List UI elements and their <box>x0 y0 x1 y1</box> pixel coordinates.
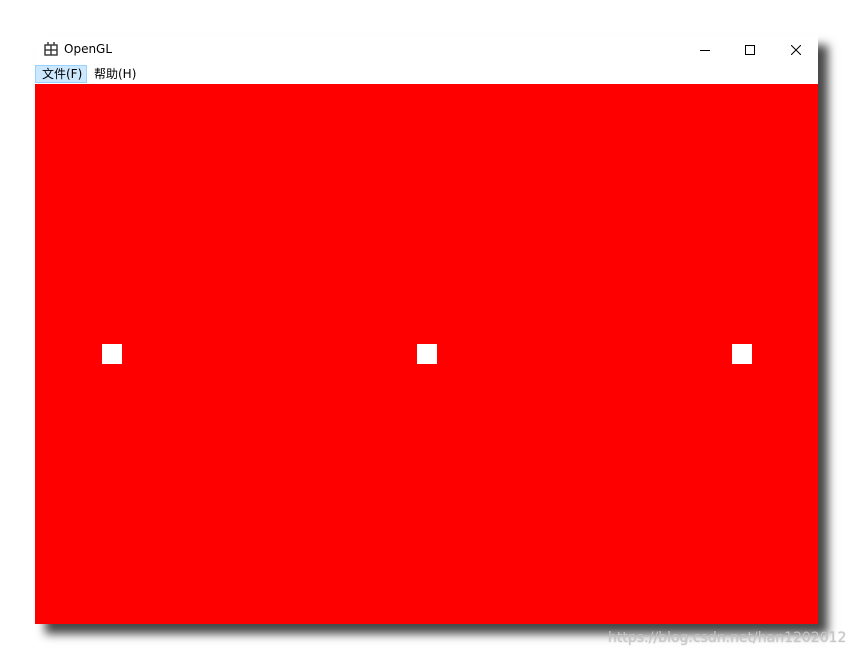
minimize-button[interactable] <box>682 35 728 64</box>
close-button[interactable] <box>773 35 819 64</box>
title-bar[interactable]: OpenGL <box>35 35 818 64</box>
app-window-icon <box>44 42 58 56</box>
close-icon <box>791 44 801 55</box>
rendered-point <box>417 344 437 364</box>
menu-bar: 文件(F) 帮助(H) <box>35 64 818 85</box>
opengl-window: OpenGL 文件(F) 帮助(H) <box>35 35 818 624</box>
maximize-button[interactable] <box>727 35 773 64</box>
minimize-icon <box>700 49 710 51</box>
window-title: OpenGL <box>64 42 113 56</box>
opengl-canvas[interactable] <box>35 84 818 624</box>
rendered-point <box>102 344 122 364</box>
maximize-icon <box>745 44 755 55</box>
menu-help[interactable]: 帮助(H) <box>88 65 142 83</box>
rendered-point <box>732 344 752 364</box>
menu-file[interactable]: 文件(F) <box>35 65 87 83</box>
watermark-text: https://blog.csdn.net/han1202012 <box>608 630 847 646</box>
